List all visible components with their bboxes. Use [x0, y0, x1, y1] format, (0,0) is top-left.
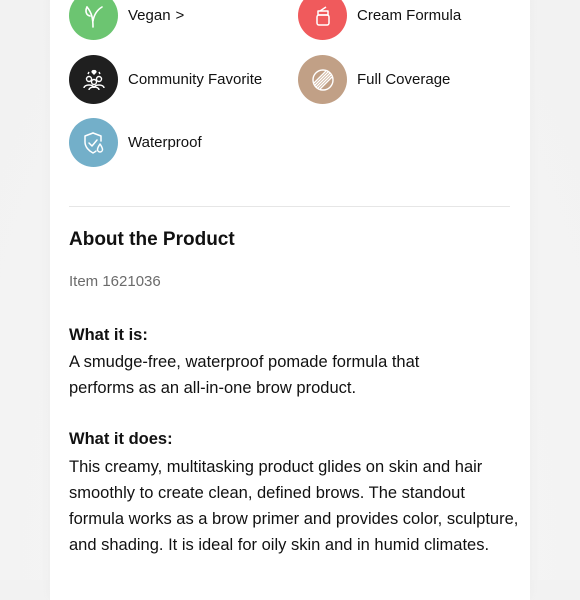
coverage-icon — [298, 55, 347, 104]
badge-community-favorite: Community Favorite — [69, 55, 262, 104]
chevron-right-icon: > — [175, 7, 185, 24]
what-it-is-text: A smudge-free, waterproof pomade formula… — [69, 353, 420, 397]
badge-cream-formula: Cream Formula — [298, 0, 461, 40]
badge-label: Vegan — [128, 7, 171, 24]
badge-label: Full Coverage — [357, 71, 451, 88]
section-divider — [69, 206, 510, 207]
badge-label: Community Favorite — [128, 71, 263, 88]
item-number: Item 1621036 — [69, 273, 161, 290]
jar-icon — [298, 0, 347, 40]
what-it-does-text: This creamy, multitasking product glides… — [69, 458, 519, 554]
badge-label: Waterproof — [128, 134, 202, 151]
badge-label: Cream Formula — [357, 7, 462, 24]
about-heading: About the Product — [69, 229, 235, 250]
shield-drop-icon — [69, 118, 118, 167]
badge-full-coverage: Full Coverage — [298, 55, 450, 104]
what-it-does-heading: What it does: — [69, 430, 173, 448]
what-it-is-heading: What it is: — [69, 326, 148, 344]
community-icon — [69, 55, 118, 104]
badge-vegan[interactable]: Vegan > — [69, 0, 184, 40]
badge-waterproof: Waterproof — [69, 118, 202, 167]
leaf-icon — [69, 0, 118, 40]
